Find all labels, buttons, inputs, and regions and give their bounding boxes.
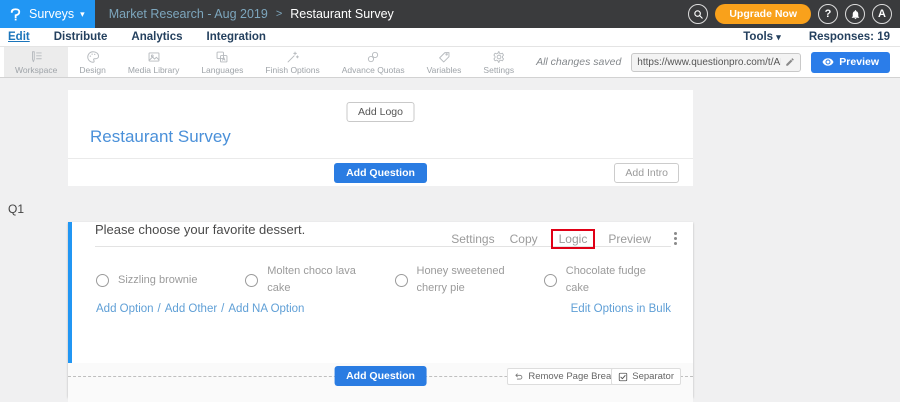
answer-option: Chocolate fudge cake [544, 263, 693, 297]
card-gap [68, 186, 693, 188]
add-na-option-link[interactable]: Add NA Option [228, 303, 304, 315]
tools-menu[interactable]: Tools ▾ [743, 31, 781, 43]
toolbar-item-variables[interactable]: Variables [416, 47, 473, 77]
image-icon [147, 50, 161, 64]
chain-links-icon [366, 50, 380, 64]
editor-toolbar: Workspace Design Media Library Languages… [0, 47, 900, 78]
eye-icon [822, 56, 834, 68]
breadcrumb-parent[interactable]: Market Research - Aug 2019 [109, 7, 268, 21]
link-separator: / [221, 303, 224, 315]
answer-options: Sizzling brownie Molten choco lava cake … [96, 263, 693, 297]
toolbar-item-media-library[interactable]: Media Library [117, 47, 191, 77]
top-bar: Surveys ▾ Market Research - Aug 2019 > R… [0, 0, 900, 28]
option-links-row: Add Option / Add Other / Add NA Option E… [96, 303, 671, 315]
answer-option: Sizzling brownie [96, 263, 245, 297]
add-intro-button[interactable]: Add Intro [614, 163, 679, 183]
edit-options-in-bulk-link[interactable]: Edit Options in Bulk [571, 303, 671, 315]
nav-tab-integration[interactable]: Integration [207, 31, 266, 43]
add-logo-button[interactable]: Add Logo [346, 102, 415, 122]
option-label[interactable]: Sizzling brownie [118, 272, 197, 289]
share-url-box [631, 53, 801, 72]
toolbar-item-settings[interactable]: Settings [472, 47, 525, 77]
breadcrumb: Market Research - Aug 2019 > Restaurant … [109, 7, 394, 21]
share-url-input[interactable] [637, 57, 781, 68]
remove-page-break-icon [514, 372, 524, 382]
preview-button[interactable]: Preview [811, 52, 890, 73]
option-label[interactable]: Molten choco lava cake [267, 263, 369, 297]
survey-title[interactable]: Restaurant Survey [90, 127, 231, 147]
survey-card: Add Logo Restaurant Survey Add Question … [68, 90, 693, 397]
avatar[interactable]: A [872, 4, 892, 24]
option-radio[interactable] [395, 274, 408, 287]
option-label[interactable]: Chocolate fudge cake [566, 263, 668, 297]
search-button[interactable] [688, 4, 708, 24]
link-separator: / [158, 303, 161, 315]
responses-count[interactable]: Responses: 19 [809, 31, 890, 43]
question-number-label: Q1 [8, 202, 24, 216]
upgrade-now-button[interactable]: Upgrade Now [715, 4, 811, 24]
question-preview-link[interactable]: Preview [608, 232, 651, 246]
toolbar-item-languages[interactable]: Languages [190, 47, 254, 77]
search-icon [693, 9, 704, 20]
surveys-menu-button[interactable]: Surveys ▾ [0, 0, 95, 28]
nav-tab-distribute[interactable]: Distribute [54, 31, 108, 43]
toolbar-item-workspace[interactable]: Workspace [4, 47, 68, 77]
bell-icon [850, 9, 861, 20]
questionpro-survey-editor: Surveys ▾ Market Research - Aug 2019 > R… [0, 0, 900, 402]
toolbar-item-design[interactable]: Design [68, 47, 116, 77]
add-option-link[interactable]: Add Option [96, 303, 154, 315]
questionpro-logo-icon [8, 7, 23, 22]
avatar-initial: A [878, 8, 886, 20]
toolbar-right: All changes saved Preview [536, 47, 900, 77]
add-other-link[interactable]: Add Other [165, 303, 217, 315]
question-logic-link-highlighted[interactable]: Logic [551, 229, 596, 249]
question-more-menu[interactable] [672, 230, 679, 247]
option-label[interactable]: Honey sweetened cherry pie [417, 263, 519, 297]
option-radio[interactable] [245, 274, 258, 287]
answer-option: Honey sweetened cherry pie [395, 263, 544, 297]
answer-option: Molten choco lava cake [245, 263, 394, 297]
page-break-zone: Add Question Remove Page Break Separator [68, 363, 693, 402]
separator-checkbox[interactable]: Separator [611, 368, 681, 385]
option-radio[interactable] [96, 274, 109, 287]
checked-checkbox-icon [618, 372, 628, 382]
question-actions: Settings Copy Logic Preview [451, 230, 679, 247]
breadcrumb-current: Restaurant Survey [290, 7, 394, 21]
notifications-button[interactable] [845, 4, 865, 24]
save-status: All changes saved [536, 56, 621, 68]
question-settings-link[interactable]: Settings [451, 232, 494, 246]
chevron-down-icon: ▾ [80, 10, 85, 19]
question-mark-icon: ? [825, 8, 832, 20]
add-option-links: Add Option / Add Other / Add NA Option [96, 303, 304, 315]
add-question-button-bottom[interactable]: Add Question [334, 366, 427, 386]
nav-right: Tools ▾ Responses: 19 [743, 31, 890, 43]
survey-canvas: Q1 Add Logo Restaurant Survey Add Questi… [0, 78, 900, 402]
translate-icon [215, 50, 229, 64]
question-copy-link[interactable]: Copy [510, 232, 538, 246]
survey-header-section: Add Logo Restaurant Survey [68, 90, 693, 158]
pencil-icon[interactable] [785, 57, 795, 67]
gear-icon [492, 50, 506, 64]
topbar-actions: Upgrade Now ? A [688, 4, 900, 24]
magic-wand-icon [286, 50, 300, 64]
breadcrumb-separator: > [276, 8, 282, 20]
main-nav: Edit Distribute Analytics Integration To… [0, 28, 900, 47]
workspace-icon [29, 50, 43, 64]
option-radio[interactable] [544, 274, 557, 287]
remove-page-break-button[interactable]: Remove Page Break [507, 368, 623, 385]
toolbar-item-finish-options[interactable]: Finish Options [254, 47, 330, 77]
add-question-button[interactable]: Add Question [334, 163, 427, 183]
nav-tab-analytics[interactable]: Analytics [131, 31, 182, 43]
toolbar-item-advance-quotas[interactable]: Advance Quotas [331, 47, 416, 77]
add-question-row: Add Question Add Intro [68, 158, 693, 186]
palette-icon [86, 50, 100, 64]
nav-tab-edit[interactable]: Edit [8, 31, 30, 43]
chevron-down-icon: ▾ [776, 32, 781, 42]
brand-label: Surveys [29, 7, 74, 21]
tag-icon [437, 50, 451, 64]
help-button[interactable]: ? [818, 4, 838, 24]
